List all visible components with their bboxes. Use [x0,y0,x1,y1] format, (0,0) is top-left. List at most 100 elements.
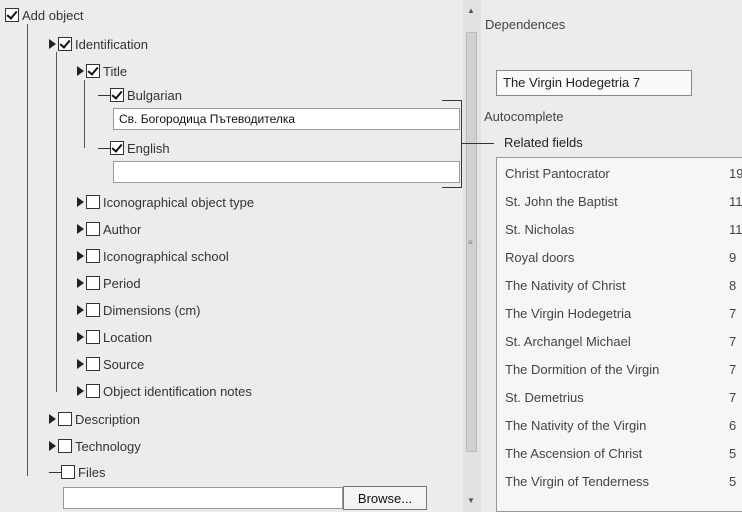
related-item[interactable]: The Ascension of Christ 5 [505,446,742,466]
related-item[interactable]: The Dormition of the Virgin 7 [505,362,742,382]
bracket-connector [442,100,462,101]
iconographical-school-checkbox[interactable] [86,249,100,263]
source-checkbox[interactable] [86,357,100,371]
related-item-name: Christ Pantocrator [505,166,610,181]
tree-guide-line [84,80,85,148]
title-label: Title [103,63,128,79]
bracket-connector [462,143,494,144]
expand-arrow-icon[interactable] [77,278,84,288]
description-checkbox[interactable] [58,412,72,426]
title-checkbox[interactable] [86,64,100,78]
author-checkbox[interactable] [86,222,100,236]
related-item[interactable]: The Nativity of the Virgin 6 [505,418,742,438]
tree-node-author: Author [77,220,141,238]
dependences-panel: Dependences The Virgin Hodegetria 7 Auto… [462,0,742,512]
related-item-count: 5 [729,474,737,489]
tree-guide-line [56,52,57,392]
english-checkbox[interactable] [110,141,124,155]
related-item-name: St. Nicholas [505,222,575,237]
related-item[interactable]: St. Nicholas 11 [505,222,742,242]
related-item-count: 11 [729,222,742,237]
expand-arrow-icon[interactable] [77,251,84,261]
expand-arrow-icon[interactable] [77,66,84,76]
tree-connector [98,94,110,96]
tree-node-files: Files [49,463,105,481]
related-item[interactable]: Royal doors 9 [505,250,742,270]
expand-arrow-icon[interactable] [77,386,84,396]
bulgarian-label: Bulgarian [127,87,182,103]
files-checkbox[interactable] [61,465,75,479]
scroll-up-icon[interactable]: ▲ [467,6,475,15]
period-label: Period [103,275,141,291]
object-identification-notes-checkbox[interactable] [86,384,100,398]
related-item-count: 7 [729,390,737,405]
bulgarian-title-input[interactable] [113,108,460,130]
bracket-connector [461,100,462,188]
add-object-label: Add object [22,7,84,23]
related-item[interactable]: The Virgin Hodegetria 7 [505,306,742,326]
iconographical-object-type-checkbox[interactable] [86,195,100,209]
location-checkbox[interactable] [86,330,100,344]
tree-node-title: Title [77,62,127,80]
tree-node-source: Source [77,355,144,373]
file-path-input[interactable] [63,487,343,509]
related-item-count: 7 [729,334,737,349]
identification-checkbox[interactable] [58,37,72,51]
related-item-name: The Dormition of the Virgin [505,362,660,377]
scroll-down-icon[interactable]: ▼ [467,496,475,505]
related-item-name: St. John the Baptist [505,194,618,209]
related-item[interactable]: St. Demetrius 7 [505,390,742,410]
expand-arrow-icon[interactable] [77,197,84,207]
scroll-grip-icon: ≡ [468,238,473,247]
related-item-name: The Virgin Hodegetria [505,306,632,321]
identification-label: Identification [75,36,148,52]
tree-connector [49,471,61,473]
related-fields-title: Related fields [504,135,583,150]
related-item[interactable]: St. John the Baptist 11 [505,194,742,214]
related-item-name: The Virgin of Tenderness [505,474,650,489]
expand-arrow-icon[interactable] [49,441,56,451]
expand-arrow-icon[interactable] [77,305,84,315]
expand-arrow-icon[interactable] [49,39,56,49]
technology-checkbox[interactable] [58,439,72,453]
tree-guide-line [27,24,28,476]
tree-node-add-object: Add object [5,6,83,24]
technology-label: Technology [75,438,141,454]
english-label: English [127,140,170,156]
related-item-name: The Nativity of Christ [505,278,626,293]
source-label: Source [103,356,145,372]
related-item[interactable]: The Nativity of Christ 8 [505,278,742,298]
iconographical-object-type-label: Iconographical object type [103,194,255,210]
related-item-name: The Nativity of the Virgin [505,418,647,433]
period-checkbox[interactable] [86,276,100,290]
files-label: Files [78,464,106,480]
tree-node-location: Location [77,328,152,346]
related-item-name: St. Demetrius [505,390,584,405]
autocomplete-title: Autocomplete [484,109,564,124]
related-item-name: St. Archangel Michael [505,334,631,349]
dimensions-checkbox[interactable] [86,303,100,317]
description-label: Description [75,411,141,427]
add-object-checkbox[interactable] [5,8,19,22]
related-item[interactable]: The Virgin of Tenderness 5 [505,474,742,494]
tree-node-bulgarian: Bulgarian [98,86,182,104]
expand-arrow-icon[interactable] [77,332,84,342]
related-item-count: 6 [729,418,737,433]
vertical-scrollbar[interactable]: ▲ ≡ ▼ [463,0,481,512]
related-item-name: Royal doors [505,250,575,265]
browse-button[interactable]: Browse... [343,486,427,510]
tree-node-description: Description [49,410,140,428]
bulgarian-checkbox[interactable] [110,88,124,102]
tree-node-period: Period [77,274,141,292]
related-item-count: 8 [729,278,737,293]
expand-arrow-icon[interactable] [77,359,84,369]
dependence-value-box[interactable]: The Virgin Hodegetria 7 [496,70,692,96]
bracket-connector [442,187,462,188]
related-item-count: 11 [729,194,742,209]
related-item[interactable]: Christ Pantocrator 19 [505,166,742,186]
related-item[interactable]: St. Archangel Michael 7 [505,334,742,354]
expand-arrow-icon[interactable] [77,224,84,234]
english-title-input[interactable] [113,161,460,183]
related-item-count: 5 [729,446,737,461]
expand-arrow-icon[interactable] [49,414,56,424]
